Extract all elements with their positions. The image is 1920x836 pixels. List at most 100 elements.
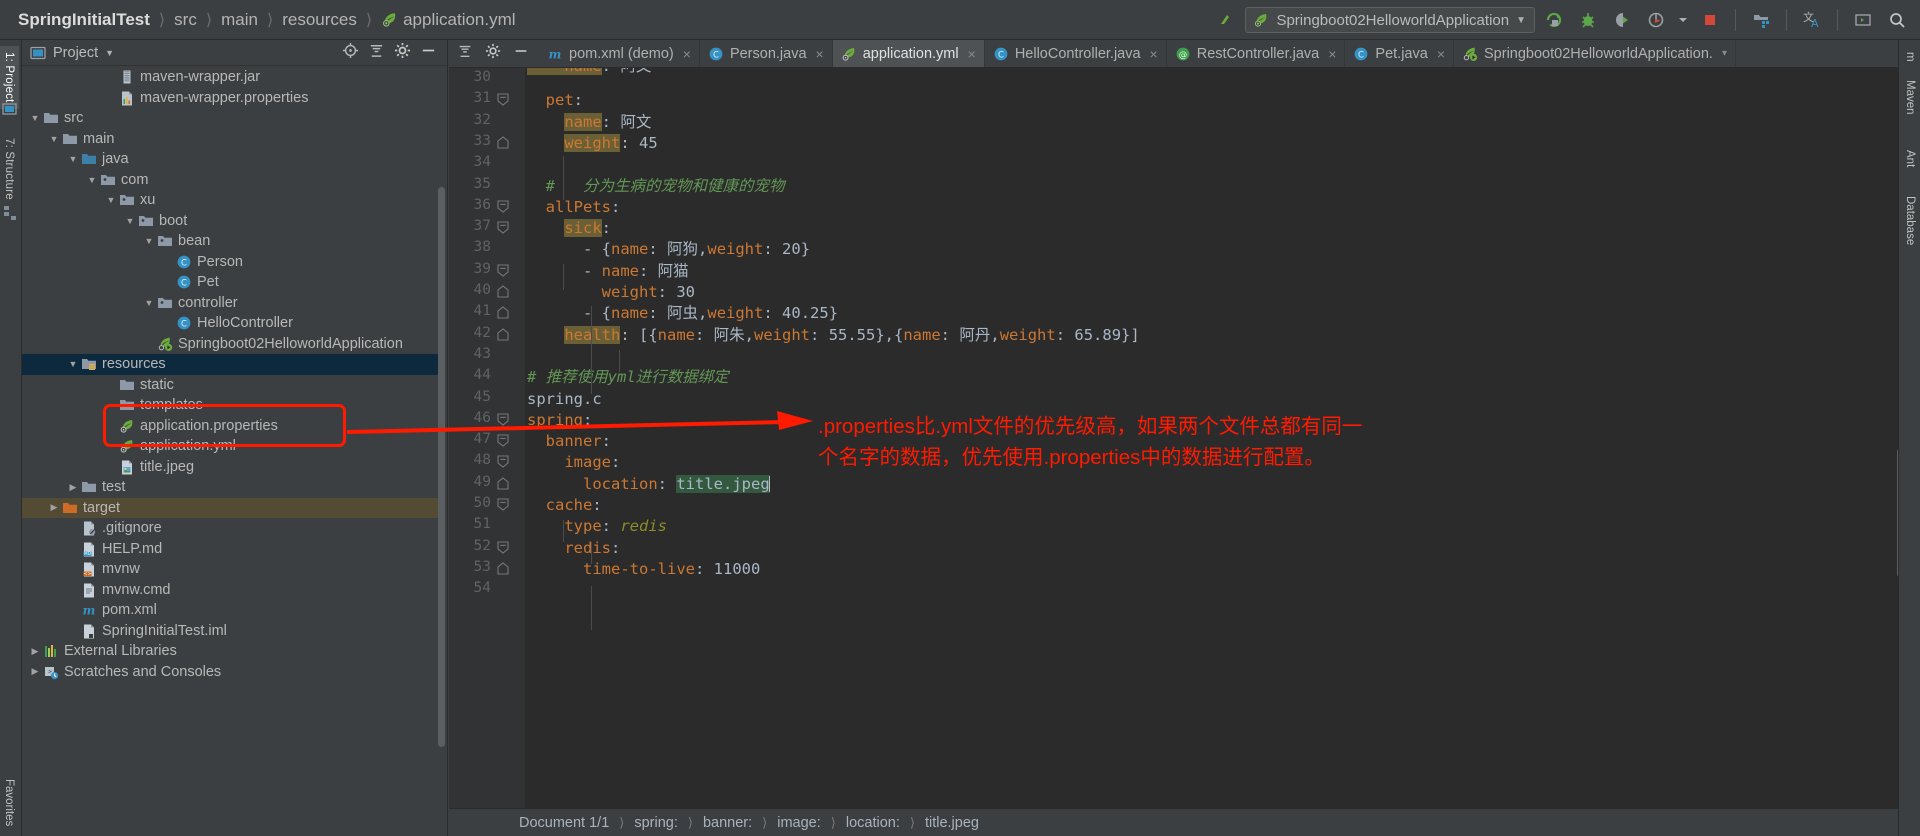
fold-collapse-icon[interactable] [497,200,511,214]
chevron-right-icon[interactable]: ▶ [47,502,61,513]
fold-end-icon[interactable] [497,476,511,491]
status-breadcrumb-banner[interactable]: banner: [695,815,760,831]
tree-item-src[interactable]: ▼ src [22,108,440,129]
code-editor[interactable]: 30 31 32 33 34 35 36 37 38 39 40 41 42 43 44 45 46 47 48 49… [449,68,1920,836]
chevron-down-icon[interactable]: ▼ [85,175,99,185]
search-icon[interactable] [1882,6,1912,34]
breadcrumb-item-file[interactable]: application.yml [377,8,519,32]
editor-tab-person-java[interactable]: C Person.java × [700,40,833,67]
code-line[interactable]: allPets: [527,197,621,218]
collapse-all-icon[interactable] [457,43,473,64]
code-line[interactable]: # 分为生病的宠物和健康的宠物 [527,176,785,197]
bug-icon[interactable] [1573,6,1603,34]
chevron-down-icon[interactable]: ▼ [142,298,156,308]
project-structure-icon[interactable] [1746,6,1776,34]
chevron-right-icon[interactable]: ▶ [66,482,80,493]
settings-gear-icon[interactable] [485,43,501,64]
tree-item-mvnw[interactable]: <> mvnw [22,559,440,580]
editor-gutter[interactable]: 30 31 32 33 34 35 36 37 38 39 40 41 42 43 44 45 46 47 48 49… [449,68,525,836]
breadcrumb-item-project[interactable]: SpringInitialTest [14,8,154,32]
tree-item-bean[interactable]: ▼ bean [22,231,440,252]
tree-item-templates[interactable]: templates [22,395,440,416]
fold-collapse-icon[interactable] [497,413,511,427]
chevron-right-icon[interactable]: ▶ [28,646,42,657]
close-icon[interactable]: × [1150,46,1158,62]
terminal-icon[interactable] [1848,6,1878,34]
breadcrumb-item-main[interactable]: main [217,8,262,32]
tree-item-mvnw-cmd[interactable]: mvnw.cmd [22,580,440,601]
code-line[interactable]: spring: [527,410,592,431]
status-breadcrumb-spring[interactable]: spring: [626,815,686,831]
chevron-down-icon[interactable]: ▼ [105,48,114,58]
status-breadcrumb-location[interactable]: location: [838,815,908,831]
sidebar-item-structure-tab[interactable]: 7: Structure [0,132,19,206]
tree-item-test[interactable]: ▶ test [22,477,440,498]
locate-file-icon[interactable] [342,42,359,64]
close-icon[interactable]: × [816,46,824,62]
code-line[interactable]: image: [527,452,620,473]
code-content[interactable]: pet: name: 阿文 weight: 45 # 分为生病的宠物和健康的宠物… [525,68,1920,836]
tree-item-controller[interactable]: ▼ controller [22,293,440,314]
tree-item-person[interactable]: C Person [22,252,440,273]
tree-item-static[interactable]: static [22,375,440,396]
tree-item-springboot02helloworldapplication[interactable]: Springboot02HelloworldApplication [22,334,440,355]
status-breadcrumb-image[interactable]: image: [769,815,829,831]
chevron-down-icon[interactable]: ▼ [28,113,42,123]
chevron-down-icon[interactable]: ▾ [1722,48,1727,59]
close-icon[interactable]: × [968,46,976,62]
tree-item-hellocontroller[interactable]: C HelloController [22,313,440,334]
editor-tab-springboot02helloworldapplication[interactable]: Springboot02HelloworldApplication. ▾ [1454,40,1736,67]
editor-tab-pet-java[interactable]: C Pet.java × [1345,40,1455,67]
run-icon[interactable] [1539,6,1569,34]
fold-collapse-icon[interactable] [497,264,511,278]
tree-item-main[interactable]: ▼ main [22,129,440,150]
settings-gear-icon[interactable] [394,42,411,64]
tree-item-target[interactable]: ▶ target [22,497,440,518]
close-icon[interactable]: × [683,46,691,62]
sidebar-item-maven-tab[interactable]: Maven [1900,74,1920,121]
code-line[interactable]: - {name: 阿虫,weight: 40.25} [527,303,838,324]
chevron-down-icon[interactable] [1675,6,1691,34]
back-arrow-icon[interactable] [1211,6,1241,34]
collapse-all-icon[interactable] [368,42,385,64]
fold-collapse-icon[interactable] [497,498,511,512]
code-line[interactable]: name: 阿文 [527,112,651,133]
close-icon[interactable]: × [1437,46,1445,62]
sidebar-item-project-tab[interactable]: 1: Project [0,46,19,109]
chevron-down-icon[interactable]: ▼ [142,236,156,246]
chevron-down-icon[interactable]: ▼ [123,216,137,226]
chevron-right-icon[interactable]: ▶ [28,666,42,677]
code-line[interactable]: location: title.jpeg [527,474,770,495]
tree-item-pom-xml[interactable]: m pom.xml [22,600,440,621]
chevron-down-icon[interactable]: ▼ [66,359,80,369]
code-line[interactable]: - {name: 阿狗,weight: 20} [527,239,810,260]
project-tree[interactable]: maven-wrapper.jar maven-wrapper.properti… [22,67,440,836]
fold-collapse-icon[interactable] [497,221,511,235]
tree-item-help-md[interactable]: MD HELP.md [22,539,440,560]
code-line[interactable]: type: redis [527,516,667,537]
run-configuration-selector[interactable]: Springboot02HelloworldApplication ▼ [1245,7,1535,33]
tree-item-pet[interactable]: C Pet [22,272,440,293]
sidebar-item-favorites-tab[interactable]: Favorites [0,773,19,832]
code-line[interactable]: weight: 30 [527,282,695,303]
close-icon[interactable]: × [1328,46,1336,62]
tree-item-maven-wrapper-properties[interactable]: maven-wrapper.properties [22,88,440,109]
fold-collapse-icon[interactable] [497,455,511,469]
chevron-down-icon[interactable]: ▼ [66,154,80,164]
tree-item-com[interactable]: ▼ com [22,170,440,191]
tree-item-gitignore[interactable]: .gitignore [22,518,440,539]
code-line[interactable]: # 推荐使用yml进行数据绑定 [527,367,729,388]
code-line[interactable]: sick: [527,218,611,239]
code-line[interactable]: time-to-live: 11000 [527,559,760,580]
status-breadcrumb-value[interactable]: title.jpeg [917,815,987,831]
tree-item-external-libraries[interactable]: ▶ External Libraries [22,641,440,662]
breadcrumb-item-resources[interactable]: resources [278,8,361,32]
fold-end-icon[interactable] [497,136,511,150]
sidebar-item-database-tab[interactable]: Database [1900,190,1920,251]
code-line[interactable]: - name: 阿猫 [527,261,689,282]
editor-tab-application-yml[interactable]: application.yml × [832,40,985,67]
code-line[interactable]: health: [{name: 阿朱,weight: 55.55},{name:… [527,325,1140,346]
tree-item-springinitialtest-iml[interactable]: SpringInitialTest.iml [22,621,440,642]
sidebar-scrollbar-track[interactable] [438,67,446,836]
fold-end-icon[interactable] [497,306,511,320]
